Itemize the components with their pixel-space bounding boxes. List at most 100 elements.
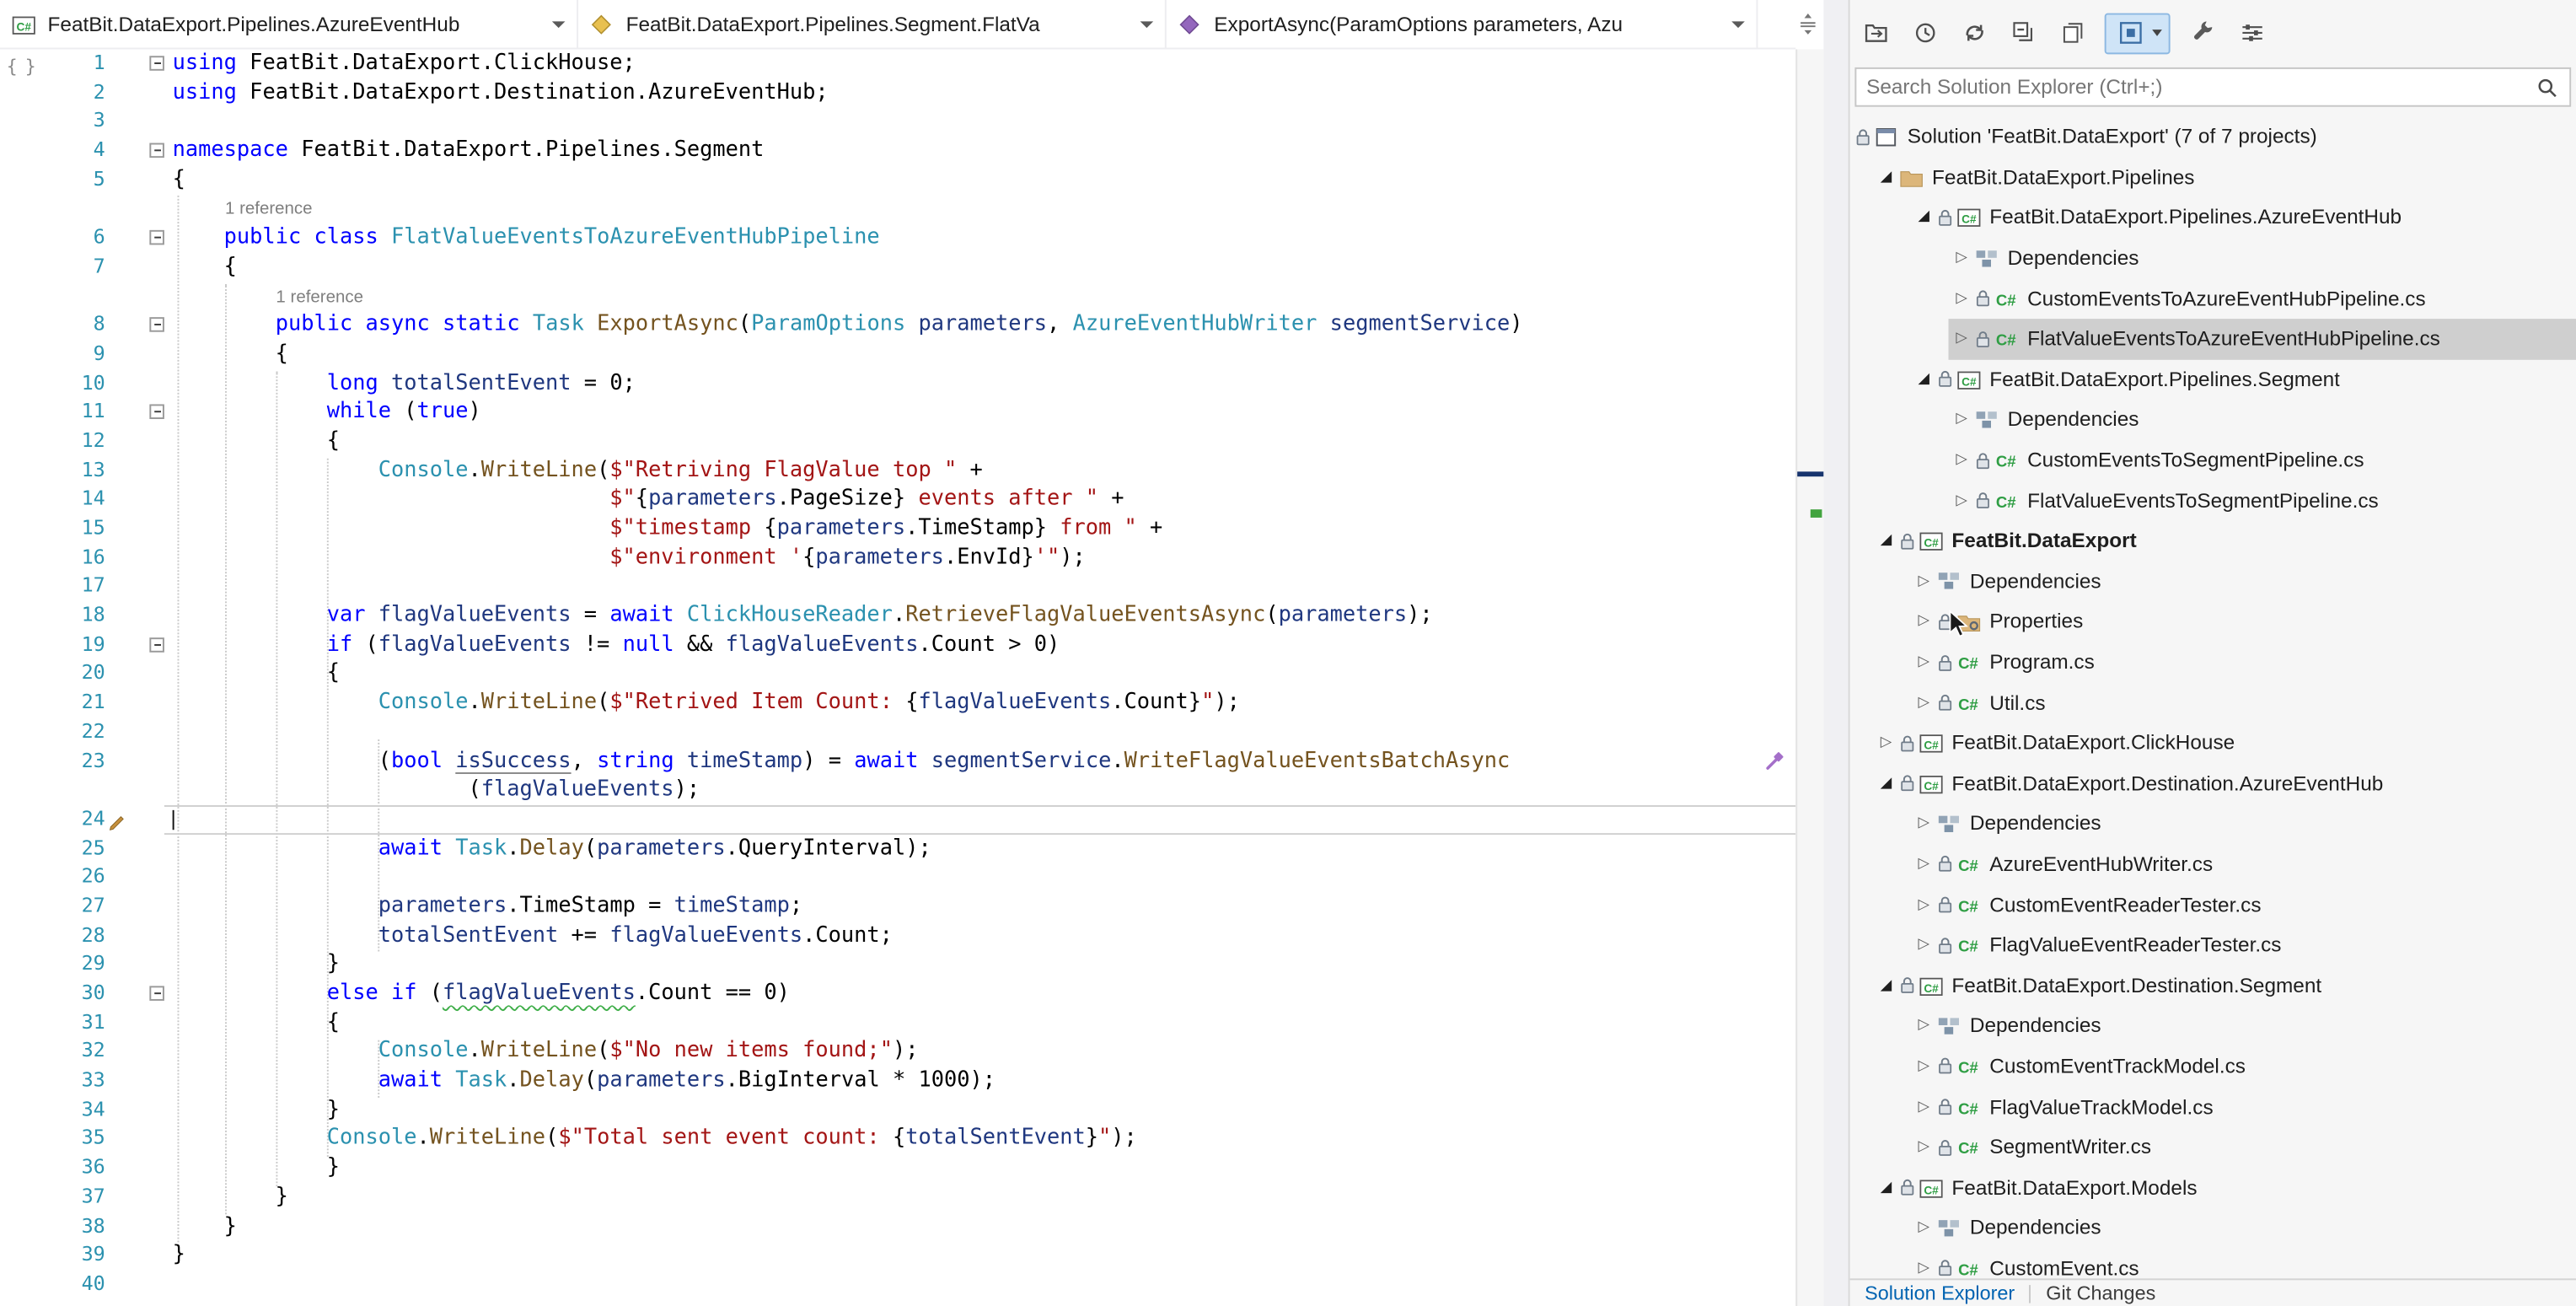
sync-with-active-document-button[interactable] bbox=[1956, 16, 1991, 51]
expanded-arrow-icon[interactable]: ◢ bbox=[1911, 209, 1937, 225]
code-text[interactable] bbox=[164, 572, 1795, 601]
code-line[interactable]: 13 Console.WriteLine($"Retriving FlagVal… bbox=[0, 456, 1795, 485]
collapsed-arrow-icon[interactable]: ▷ bbox=[1911, 1220, 1937, 1236]
tree-item[interactable]: ▷Dependencies bbox=[1850, 238, 2576, 278]
collapsed-arrow-icon[interactable]: ▷ bbox=[1911, 815, 1937, 831]
tree-item[interactable]: ◢C#FeatBit.DataExport.Pipelines.Segment bbox=[1850, 359, 2576, 400]
tree-item-content[interactable]: ◢C#FeatBit.DataExport.Pipelines.Segment bbox=[1911, 359, 2576, 400]
code-line[interactable]: 4namespace FeatBit.DataExport.Pipelines.… bbox=[0, 137, 1795, 165]
code-area[interactable]: 1using FeatBit.DataExport.ClickHouse;2us… bbox=[0, 49, 1795, 1306]
expanded-arrow-icon[interactable]: ◢ bbox=[1911, 371, 1937, 387]
code-line[interactable]: 20 { bbox=[0, 659, 1795, 688]
tree-item-content[interactable]: ▷C#CustomEventsToSegmentPipeline.cs bbox=[1949, 440, 2576, 481]
collapsed-arrow-icon[interactable]: ▷ bbox=[1911, 1260, 1937, 1276]
tree-item-content[interactable]: ▷C#CustomEvent.cs bbox=[1911, 1249, 2576, 1279]
codelens-row[interactable]: 1 reference bbox=[0, 282, 1795, 310]
fold-collapse-icon[interactable] bbox=[149, 637, 164, 653]
collapsed-arrow-icon[interactable]: ▷ bbox=[1949, 250, 1975, 266]
code-text[interactable]: { bbox=[164, 427, 1795, 456]
tree-item[interactable]: ▷Dependencies bbox=[1850, 562, 2576, 602]
collapsed-arrow-icon[interactable]: ▷ bbox=[1949, 452, 1975, 468]
tree-item[interactable]: ▷C#AzureEventHubWriter.cs bbox=[1850, 844, 2576, 884]
tree-item[interactable]: ◢FeatBit.DataExport.Pipelines bbox=[1850, 157, 2576, 197]
expanded-arrow-icon[interactable]: ◢ bbox=[1873, 533, 1899, 549]
code-text[interactable]: { bbox=[164, 659, 1795, 688]
code-line[interactable]: 18 var flagValueEvents = await ClickHous… bbox=[0, 601, 1795, 630]
code-line[interactable]: 40 bbox=[0, 1270, 1795, 1298]
tree-item[interactable]: Solution 'FeatBit.DataExport' (7 of 7 pr… bbox=[1850, 116, 2576, 157]
collapsed-arrow-icon[interactable]: ▷ bbox=[1911, 1139, 1937, 1155]
code-line[interactable]: 19 if (flagValueEvents != null && flagVa… bbox=[0, 631, 1795, 659]
codelens-references[interactable]: 1 reference bbox=[173, 283, 363, 313]
tree-item[interactable]: ▷C#CustomEventsToAzureEventHubPipeline.c… bbox=[1850, 278, 2576, 319]
code-line[interactable]: 28 totalSentEvent += flagValueEvents.Cou… bbox=[0, 922, 1795, 950]
collapse-all-button[interactable] bbox=[2006, 16, 2041, 51]
tree-item[interactable]: ▷Dependencies bbox=[1850, 400, 2576, 440]
code-text[interactable]: (flagValueEvents); bbox=[164, 776, 1795, 804]
tree-item-content[interactable]: ▷C#Util.cs bbox=[1911, 682, 2576, 723]
code-line[interactable]: 33 await Task.Delay(parameters.BigInterv… bbox=[0, 1067, 1795, 1095]
code-line[interactable]: 12 { bbox=[0, 427, 1795, 456]
code-text[interactable]: totalSentEvent += flagValueEvents.Count; bbox=[164, 922, 1795, 950]
code-line[interactable]: 11 while (true) bbox=[0, 398, 1795, 427]
solutions-and-folders-button[interactable] bbox=[1858, 16, 1892, 51]
tree-item[interactable]: ◢C#FeatBit.DataExport.Destination.AzureE… bbox=[1850, 763, 2576, 803]
collapsed-arrow-icon[interactable]: ▷ bbox=[1949, 411, 1975, 427]
tree-item-content[interactable]: ▷Properties bbox=[1911, 602, 2576, 642]
code-line[interactable]: 39} bbox=[0, 1241, 1795, 1270]
code-text[interactable]: (bool isSuccess, string timeStamp) = awa… bbox=[164, 747, 1795, 776]
code-text[interactable] bbox=[164, 1270, 1795, 1298]
fold-collapse-icon[interactable] bbox=[149, 56, 164, 71]
search-box[interactable] bbox=[1854, 67, 2571, 107]
tree-item-content[interactable]: ◢C#FeatBit.DataExport.Destination.Segmen… bbox=[1873, 965, 2576, 1006]
tree-item[interactable]: ◢C#FeatBit.DataExport.Pipelines.AzureEve… bbox=[1850, 197, 2576, 238]
code-line[interactable]: 27 parameters.TimeStamp = timeStamp; bbox=[0, 892, 1795, 921]
code-text[interactable]: } bbox=[164, 1095, 1795, 1124]
tree-item-content[interactable]: ◢C#FeatBit.DataExport bbox=[1873, 521, 2576, 562]
collapsed-arrow-icon[interactable]: ▷ bbox=[1911, 896, 1937, 912]
collapsed-arrow-icon[interactable]: ▷ bbox=[1911, 1058, 1937, 1074]
code-text[interactable]: if (flagValueEvents != null && flagValue… bbox=[164, 631, 1795, 659]
preview-selected-items-button[interactable] bbox=[2235, 16, 2269, 51]
code-line[interactable]: 5{ bbox=[0, 165, 1795, 194]
code-text[interactable] bbox=[164, 805, 1795, 834]
code-text[interactable]: public async static Task ExportAsync(Par… bbox=[164, 311, 1795, 340]
code-text[interactable]: } bbox=[164, 1212, 1795, 1240]
code-line[interactable]: 10 long totalSentEvent = 0; bbox=[0, 369, 1795, 398]
tree-item[interactable]: ▷C#CustomEventReaderTester.cs bbox=[1850, 884, 2576, 925]
expanded-arrow-icon[interactable]: ◢ bbox=[1873, 776, 1899, 792]
breadcrumb-dropdown-1[interactable]: C#FeatBit.DataExport.Pipelines.AzureEven… bbox=[0, 0, 578, 48]
tree-item[interactable]: ▷Dependencies bbox=[1850, 1208, 2576, 1249]
tree-item-content[interactable]: ◢C#FeatBit.DataExport.Models bbox=[1873, 1168, 2576, 1208]
tree-item[interactable]: ▷C#Util.cs bbox=[1850, 682, 2576, 723]
codelens-row[interactable]: 1 reference bbox=[0, 195, 1795, 223]
panel-splitter[interactable] bbox=[1823, 0, 1848, 1306]
code-line[interactable]: 8 public async static Task ExportAsync(P… bbox=[0, 311, 1795, 340]
code-line[interactable]: 2using FeatBit.DataExport.Destination.Az… bbox=[0, 78, 1795, 107]
tree-item-content[interactable]: ▷C#Program.cs bbox=[1911, 642, 2576, 683]
tree-item-content[interactable]: ▷C#CustomEventsToAzureEventHubPipeline.c… bbox=[1949, 278, 2576, 319]
code-text[interactable]: using FeatBit.DataExport.Destination.Azu… bbox=[164, 78, 1795, 107]
code-text[interactable]: $"environment '{parameters.EnvId}'"); bbox=[164, 544, 1795, 572]
collapsed-arrow-icon[interactable]: ▷ bbox=[1911, 937, 1937, 953]
code-text[interactable]: Console.WriteLine($"No new items found;"… bbox=[164, 1038, 1795, 1067]
quick-actions-icon[interactable] bbox=[1764, 750, 1785, 780]
fold-collapse-icon[interactable] bbox=[149, 143, 164, 159]
code-text[interactable]: 1 reference bbox=[164, 282, 1795, 310]
code-line[interactable]: 38 } bbox=[0, 1212, 1795, 1240]
code-text[interactable]: { bbox=[164, 1008, 1795, 1037]
track-active-item-button[interactable] bbox=[2105, 13, 2171, 54]
tree-item[interactable]: ▷C#FlagValueTrackModel.cs bbox=[1850, 1087, 2576, 1127]
tree-item-selected[interactable]: ▷C#FlatValueEventsToAzureEventHubPipelin… bbox=[1949, 319, 2576, 359]
show-all-files-button[interactable] bbox=[2055, 16, 2090, 51]
tree-item-content[interactable]: ▷Dependencies bbox=[1911, 1006, 2576, 1046]
tree-item-content[interactable]: ▷C#AzureEventHubWriter.cs bbox=[1911, 844, 2576, 884]
collapsed-arrow-icon[interactable]: ▷ bbox=[1873, 735, 1899, 751]
code-text[interactable]: $"timestamp {parameters.TimeStamp} from … bbox=[164, 514, 1795, 543]
tree-item-content[interactable]: ▷C#SegmentWriter.cs bbox=[1911, 1127, 2576, 1168]
code-text[interactable]: await Task.Delay(parameters.QueryInterva… bbox=[164, 834, 1795, 863]
pending-changes-filter-button[interactable] bbox=[1908, 16, 1942, 51]
code-text[interactable]: while (true) bbox=[164, 398, 1795, 427]
tree-item[interactable]: ▷C#FlatValueEventsToSegmentPipeline.cs bbox=[1850, 481, 2576, 521]
code-line[interactable]: 7 { bbox=[0, 253, 1795, 282]
